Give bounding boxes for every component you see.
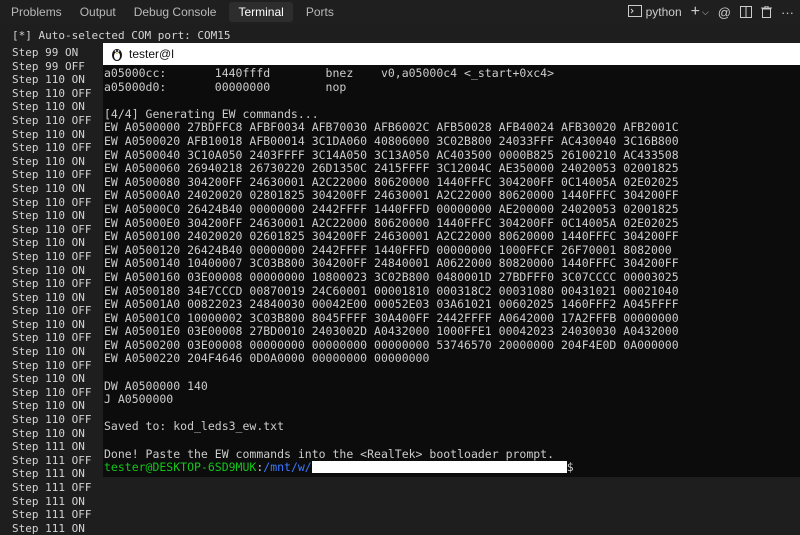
step-log-line: Step 110 OFF <box>12 413 92 427</box>
step-log-line: Step 110 OFF <box>12 358 92 372</box>
terminal-output-line: EW A0500140 10400007 3C03B800 304200FF 2… <box>104 256 679 271</box>
terminal-output-line: Saved to: kod_leds3_ew.txt <box>104 419 285 434</box>
inner-terminal-window: tester@l a05000cc: 1440fffd bnez v0,a050… <box>103 43 800 477</box>
terminal-header-line: [*] Auto-selected COM port: COM15 <box>12 29 231 42</box>
step-log-line: Step 111 OFF <box>12 508 92 522</box>
new-terminal-button[interactable]: + ⌵ <box>691 3 709 21</box>
trash-icon[interactable] <box>761 6 772 18</box>
step-log-line: Step 110 ON <box>12 154 85 168</box>
step-log-line: Step 110 ON <box>12 263 85 277</box>
tab-terminal[interactable]: Terminal <box>229 2 293 22</box>
step-log-line: Step 111 OFF <box>12 481 92 494</box>
step-log-line: Step 99 ON <box>12 46 79 59</box>
terminal-output-line: EW A05001C0 10000002 3C03B800 8045FFFF 3… <box>104 310 679 325</box>
step-log-line: Step 111 OFF <box>12 453 92 467</box>
step-log-line: Step 110 ON <box>12 345 85 359</box>
step-log-line: Step 110 OFF <box>12 113 92 127</box>
step-log-line: Step 110 ON <box>12 399 85 413</box>
terminal-output-line: EW A05000E0 304200FF 24630001 A2C22000 8… <box>104 215 679 230</box>
step-log-line: Step 110 OFF <box>12 331 92 345</box>
step-log-line: Step 111 ON <box>12 494 85 508</box>
terminal-output-line: a05000d0: 00000000 nop <box>104 79 347 94</box>
step-log-line: Step 99 OFF <box>12 59 85 73</box>
terminal-name: python <box>645 5 682 19</box>
step-log-line: Step 110 ON <box>12 127 85 141</box>
step-log-line: Step 110 OFF <box>12 141 92 155</box>
terminal-output-line: EW A0500060 26940218 26730220 26D1350C 2… <box>104 161 679 176</box>
step-log-line: Step 110 OFF <box>12 195 92 209</box>
terminal-toolbar: python + ⌵ @ ··· <box>627 0 794 24</box>
plus-icon: + <box>690 3 700 20</box>
panel-tab-bar: Problems Output Debug Console Terminal Ports… <box>0 0 800 24</box>
step-log-line: Step 110 ON <box>12 317 85 331</box>
step-log-line: Step 110 OFF <box>12 168 92 182</box>
step-log-line: Step 110 OFF <box>12 222 92 236</box>
terminal-output-line: EW A0500160 03E00008 00000000 10800023 3… <box>104 269 679 284</box>
terminal-output-line: DW A0500000 140 <box>104 378 208 393</box>
at-icon[interactable]: @ <box>718 5 731 20</box>
step-log-line: Step 110 OFF <box>12 249 92 263</box>
inner-window-title: tester@l <box>129 47 174 61</box>
shell-prompt[interactable]: tester@DESKTOP-6SD9MUK:/mnt/w/$ <box>104 460 800 475</box>
split-icon[interactable] <box>740 6 752 18</box>
terminal-output-line: EW A0500120 26424B40 00000000 2442FFFF 1… <box>104 242 672 257</box>
terminal-icon <box>627 4 642 20</box>
terminal-output-line: EW A0500180 34E7CCCD 00870019 24C60001 0… <box>104 283 679 298</box>
tab-problems[interactable]: Problems <box>2 0 71 24</box>
step-log-line: Step 110 ON <box>12 426 85 440</box>
step-log-line: Step 111 ON <box>12 440 85 454</box>
terminal-output-line: J A0500000 <box>104 392 174 407</box>
more-icon[interactable]: ··· <box>781 5 794 20</box>
step-log-line: Step 110 ON <box>12 209 85 223</box>
step-log-line: Step 110 ON <box>12 73 85 87</box>
linux-penguin-icon <box>111 47 123 61</box>
terminal-output-line: EW A0500200 03E00008 00000000 00000000 0… <box>104 337 679 352</box>
step-log-line: Step 110 ON <box>12 290 85 304</box>
step-log-line: Step 111 ON <box>12 467 85 481</box>
terminal-output-line: EW A0500220 204F4646 0D0A0000 00000000 0… <box>104 351 430 366</box>
step-log: Step 99 ON Step 99 OFF Step 110 ON Step 110… <box>12 46 91 535</box>
inner-terminal-output: a05000cc: 1440fffd bnez v0,a05000c4 <_st… <box>104 66 800 477</box>
step-log-line: Step 110 OFF <box>12 304 92 318</box>
panel-tabs: Problems Output Debug Console Terminal Ports <box>0 0 343 24</box>
inner-window-titlebar[interactable]: tester@l <box>103 43 800 65</box>
terminal-output-line: EW A05001E0 03E00008 27BD0010 2403002D A… <box>104 324 679 339</box>
terminal-output-line: EW A0500000 27BDFFC8 AFBF0034 AFB70030 A… <box>104 120 679 135</box>
prompt-user-host: tester@DESKTOP-6SD9MUK <box>104 460 257 475</box>
terminal-output-line: EW A0500080 304200FF 24630001 A2C22000 8… <box>104 174 679 189</box>
step-log-line: Step 110 OFF <box>12 277 92 291</box>
tab-output[interactable]: Output <box>71 0 125 24</box>
terminal-selector[interactable]: python <box>627 4 682 20</box>
terminal-output-line: EW A0500040 3C10A050 2403FFFF 3C14A050 3… <box>104 147 679 162</box>
terminal-output-line: EW A05000C0 26424B40 00000000 2442FFFF 1… <box>104 201 679 216</box>
tab-ports[interactable]: Ports <box>297 0 343 24</box>
terminal-output-line: [4/4] Generating EW commands... <box>104 106 319 121</box>
step-log-line: Step 110 ON <box>12 100 85 114</box>
step-log-line: Step 110 ON <box>12 236 85 250</box>
terminal-output-line: EW A0500020 AFB10018 AFB00014 3C1DA060 4… <box>104 133 679 148</box>
step-log-line: Step 111 ON <box>12 521 85 535</box>
terminal-output-line: EW A05001A0 00822023 24840030 00042E00 0… <box>104 297 679 312</box>
prompt-suffix: $ <box>566 460 574 475</box>
step-log-line: Step 110 OFF <box>12 385 92 399</box>
step-log-line: Step 110 OFF <box>12 86 92 100</box>
redacted-path-box <box>311 461 567 474</box>
prompt-path: /mnt/w/ <box>263 460 312 475</box>
step-log-line: Step 110 ON <box>12 181 85 195</box>
terminal-output-line: Done! Paste the EW commands into the <Re… <box>104 446 555 461</box>
terminal-output-line: EW A05000A0 24020020 02801825 304200FF 2… <box>104 188 679 203</box>
terminal-output-line: a05000cc: 1440fffd bnez v0,a05000c4 <_st… <box>104 66 555 80</box>
step-log-line: Step 110 ON <box>12 372 85 386</box>
chevron-down-icon[interactable]: ⌵ <box>702 7 709 18</box>
terminal-output-line: EW A0500100 24020020 02601825 304200FF 2… <box>104 229 679 244</box>
tab-debug-console[interactable]: Debug Console <box>125 0 226 24</box>
